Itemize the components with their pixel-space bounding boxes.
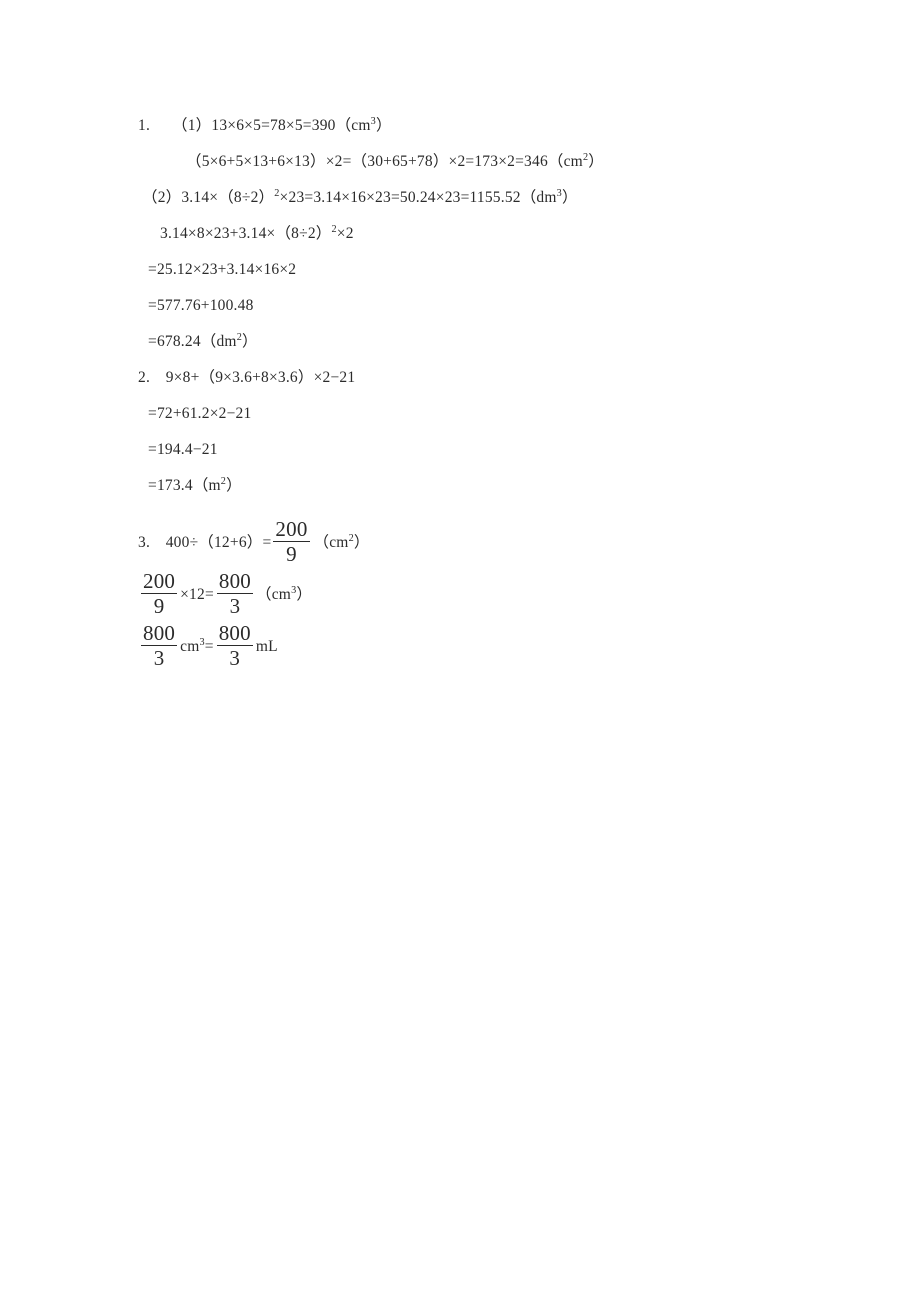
- answer-text-mid: ×12=: [180, 586, 214, 604]
- answer-text-tail: （cm3）: [256, 585, 313, 604]
- fraction: 800 3: [141, 621, 178, 670]
- answer-text-tail: ）: [226, 477, 242, 494]
- fraction-denominator: 9: [153, 594, 165, 618]
- answer-line: （2）3.14×（8÷2）2×23=3.14×16×23=50.24×23=11…: [142, 180, 838, 216]
- unit-text: cm: [180, 638, 200, 656]
- answer-text: =72+61.2×2−21: [148, 405, 252, 422]
- unit-label: cm3=: [180, 637, 214, 656]
- unit-text: （cm: [256, 586, 292, 604]
- answer-line: =72+61.2×2−21: [148, 396, 838, 432]
- answer-line: 1. （1）13×6×5=78×5=390（cm3）: [138, 108, 838, 144]
- fraction-numerator: 800: [218, 621, 251, 645]
- fraction: 200 9: [273, 517, 310, 566]
- answer-text: （1）13×6×5=78×5=390（cm: [172, 117, 371, 134]
- answer-line: （5×6+5×13+6×13）×2=（30+65+78）×2=173×2=346…: [186, 144, 838, 180]
- fraction-numerator: 200: [143, 569, 176, 593]
- answer-text-tail: （cm2）: [313, 533, 370, 552]
- answer-text: =194.4−21: [148, 441, 218, 458]
- answer-text: 2. 9×8+（9×3.6+8×3.6）×2−21: [138, 369, 356, 386]
- fraction-numerator: 200: [275, 517, 308, 541]
- answer-text-tail: ）: [561, 189, 578, 206]
- answer-line: 2. 9×8+（9×3.6+8×3.6）×2−21: [138, 360, 838, 396]
- answer-text: 3. 400÷（12+6）=: [138, 534, 272, 552]
- unit-text: （cm: [313, 534, 349, 552]
- answer-line-fraction: 3. 400÷（12+6）= 200 9 （cm2）: [138, 517, 838, 566]
- answer-text-tail: ×2: [336, 225, 354, 242]
- answer-text-tail: ）: [588, 153, 604, 170]
- answer-line: =194.4−21: [148, 432, 838, 468]
- answer-text-tail: ）: [242, 333, 258, 350]
- answer-text-mid: ×23=3.14×16×23=50.24×23=1155.52（dm: [279, 189, 557, 206]
- page-canvas: 1. （1）13×6×5=78×5=390（cm 3 ） （5×6+5×13+6×13…: [0, 0, 920, 1302]
- fraction-numerator: 800: [143, 621, 176, 645]
- paren-close: ）: [353, 534, 370, 552]
- fraction-numerator: 800: [218, 569, 252, 593]
- answer-text: =25.12×23+3.14×16×2: [148, 261, 297, 278]
- answer-line: =25.12×23+3.14×16×2: [148, 252, 838, 288]
- answer-line-fraction: 800 3 cm3= 800 3 mL: [138, 621, 838, 670]
- answer-line: 3.14×8×23+3.14×（8÷2）2×2: [160, 216, 838, 252]
- answer-text: =577.76+100.48: [148, 297, 254, 314]
- answer-text: （5×6+5×13+6×13）×2=（30+65+78）×2=173×2=346…: [186, 153, 583, 170]
- answer-line-fraction: 200 9 ×12= 800 3 （cm3）: [138, 569, 838, 618]
- answer-text: 3.14×8×23+3.14×（8÷2）: [160, 225, 332, 242]
- answer-key-content: 1. （1）13×6×5=78×5=390（cm 3 ） （5×6+5×13+6×13…: [138, 108, 838, 670]
- equals-sign: =: [204, 638, 214, 656]
- problem-number-1: 1.: [138, 117, 151, 134]
- answer-text-tail: ）: [375, 117, 392, 134]
- answer-text: =678.24（dm: [148, 333, 237, 350]
- fraction: 800 3: [216, 621, 253, 670]
- answer-line: =577.76+100.48: [148, 288, 838, 324]
- fraction-denominator: 3: [229, 594, 241, 618]
- paren-close: ）: [296, 586, 313, 604]
- fraction-denominator: 3: [229, 646, 241, 670]
- answer-text: =173.4（m: [148, 477, 221, 494]
- fraction-denominator: 9: [286, 542, 297, 566]
- fraction: 800 3: [216, 569, 254, 618]
- fraction-denominator: 3: [153, 646, 165, 670]
- unit-label: mL: [255, 638, 278, 656]
- fraction: 200 9: [141, 569, 178, 618]
- answer-line: =173.4（m2）: [148, 468, 838, 504]
- answer-text: （2）3.14×（8÷2）: [142, 189, 275, 206]
- answer-line: =678.24（dm2）: [148, 324, 838, 360]
